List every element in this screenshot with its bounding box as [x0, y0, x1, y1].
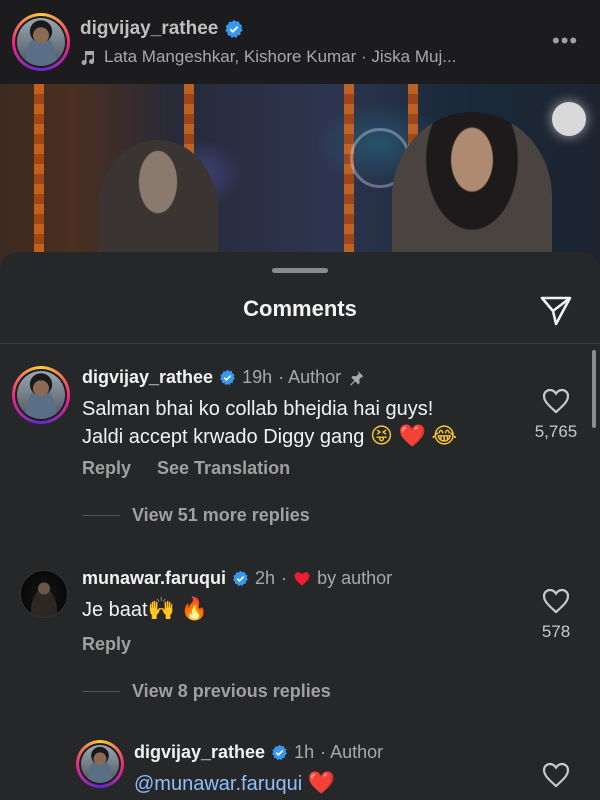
red-heart-emoji: ❤️	[307, 771, 336, 796]
post-username-row[interactable]: digvijay_rathee	[80, 18, 244, 40]
divider	[0, 343, 600, 344]
verified-badge-icon	[219, 369, 236, 386]
comment-time: 19h	[242, 367, 273, 387]
comment-line-row: Jaldi accept krwado Diggy gang 😝 ❤️ 😂	[82, 423, 457, 451]
comment-username[interactable]: digvijay_rathee	[82, 367, 213, 388]
heart-outline-icon	[542, 762, 570, 788]
comment-username[interactable]: digvijay_rathee	[134, 742, 265, 763]
liked-by-author-label: by author	[317, 568, 393, 588]
comment-username[interactable]: munawar.faruqui	[82, 568, 226, 589]
paper-plane-icon	[540, 296, 572, 326]
author-tag: · Author	[320, 742, 384, 762]
reel-video[interactable]: digvijay_rathee Lata Mangeshkar, Kishore…	[0, 0, 600, 280]
comment-header: digvijay_rathee 19h · Author	[82, 367, 365, 388]
comment-text: Salman bhai ko collab bhejdia hai guys! …	[82, 396, 457, 451]
fire-emoji: 🔥	[180, 597, 208, 622]
like-count: 578	[541, 622, 571, 641]
avatar[interactable]	[76, 740, 124, 788]
heart-outline-icon	[542, 388, 570, 414]
avatar[interactable]	[12, 366, 70, 424]
verified-badge-icon	[232, 570, 249, 587]
like-button[interactable]	[526, 762, 586, 788]
comment-header: munawar.faruqui 2h · by author	[82, 568, 392, 589]
mention-link[interactable]: @munawar.faruqui	[134, 773, 302, 795]
reply-button[interactable]: Reply	[82, 458, 131, 479]
comments-sheet: Comments digvijay_rathee 19h · Author Sa…	[0, 252, 600, 800]
view-replies-button[interactable]: View 8 previous replies	[82, 681, 331, 702]
stage-decoration	[34, 84, 44, 280]
like-count: 5,765	[534, 422, 578, 441]
squinting-tongue-emoji: 😝	[369, 424, 393, 449]
pin-icon	[350, 370, 364, 386]
stage-light	[552, 102, 586, 136]
music-label: Lata Mangeshkar, Kishore Kumar · Jiska M…	[104, 47, 457, 66]
comment-line: Je baat	[82, 599, 148, 621]
view-replies-label: View 51 more replies	[132, 505, 310, 525]
stage-decoration	[344, 84, 354, 280]
like-button[interactable]: 5,765	[526, 388, 586, 442]
comment-text: Je baat🙌 🔥	[82, 596, 208, 624]
reply-button[interactable]: Reply	[82, 634, 131, 655]
view-replies-label: View 8 previous replies	[132, 681, 331, 701]
verified-badge-icon	[271, 744, 288, 761]
author-tag: · Author	[278, 367, 342, 387]
more-options-button[interactable]: •••	[552, 28, 578, 54]
red-heart-emoji: ❤️	[398, 424, 426, 449]
red-heart-icon	[294, 571, 310, 586]
separator-dot: ·	[281, 568, 288, 588]
comment-line: Jaldi accept krwado Diggy gang	[82, 426, 365, 448]
post-username[interactable]: digvijay_rathee	[80, 18, 218, 40]
sheet-title: Comments	[243, 296, 357, 321]
sheet-grabber[interactable]	[272, 268, 328, 273]
avatar[interactable]	[20, 570, 68, 618]
verified-badge-icon	[224, 19, 244, 39]
comment-actions: Reply	[82, 634, 131, 655]
like-button[interactable]: 578	[526, 588, 586, 642]
comment-actions: Reply See Translation	[82, 458, 290, 479]
post-header: digvijay_rathee Lata Mangeshkar, Kishore…	[0, 0, 600, 84]
comment-time: 2h	[255, 568, 276, 588]
view-replies-button[interactable]: View 51 more replies	[82, 505, 310, 526]
comment-header: digvijay_rathee 1h · Author	[134, 742, 383, 763]
music-row[interactable]: Lata Mangeshkar, Kishore Kumar · Jiska M…	[80, 47, 456, 67]
comment-line: Salman bhai ko collab bhejdia hai guys!	[82, 398, 434, 420]
comment-text: @munawar.faruqui ❤️	[134, 770, 335, 798]
scrollbar[interactable]	[592, 350, 596, 428]
share-button[interactable]	[538, 292, 574, 333]
raising-hands-emoji: 🙌	[147, 597, 176, 622]
music-note-icon	[81, 51, 95, 65]
see-translation-button[interactable]: See Translation	[157, 458, 290, 479]
heart-outline-icon	[542, 588, 570, 614]
avatar[interactable]	[12, 13, 70, 71]
replies-line	[82, 515, 120, 516]
tears-of-joy-emoji: 😂	[431, 424, 458, 449]
replies-line	[82, 691, 120, 692]
comment-time: 1h	[294, 742, 315, 762]
